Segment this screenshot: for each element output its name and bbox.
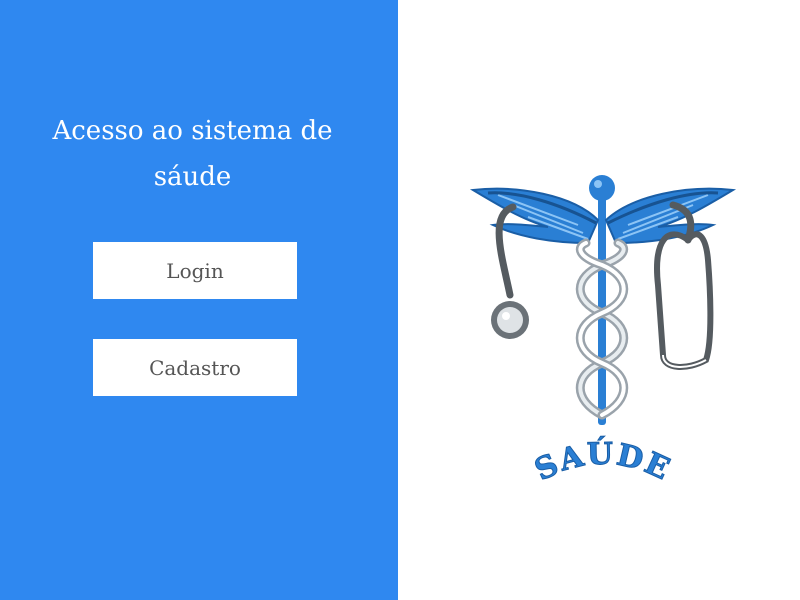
page-title: Acesso ao sistema de sáude [52,116,333,192]
left-wing-icon [469,187,600,245]
access-panel: Acesso ao sistema de sáude Login Cadastr… [0,0,398,600]
caduceus-stethoscope-icon: SAÚDE [469,175,737,489]
login-button[interactable]: Login [93,242,297,299]
app-screen: Acesso ao sistema de sáude Login Cadastr… [0,0,800,600]
logo-text: SAÚDE [530,436,677,488]
logo-panel: SAÚDE [398,0,800,600]
register-button[interactable]: Cadastro [93,339,297,396]
